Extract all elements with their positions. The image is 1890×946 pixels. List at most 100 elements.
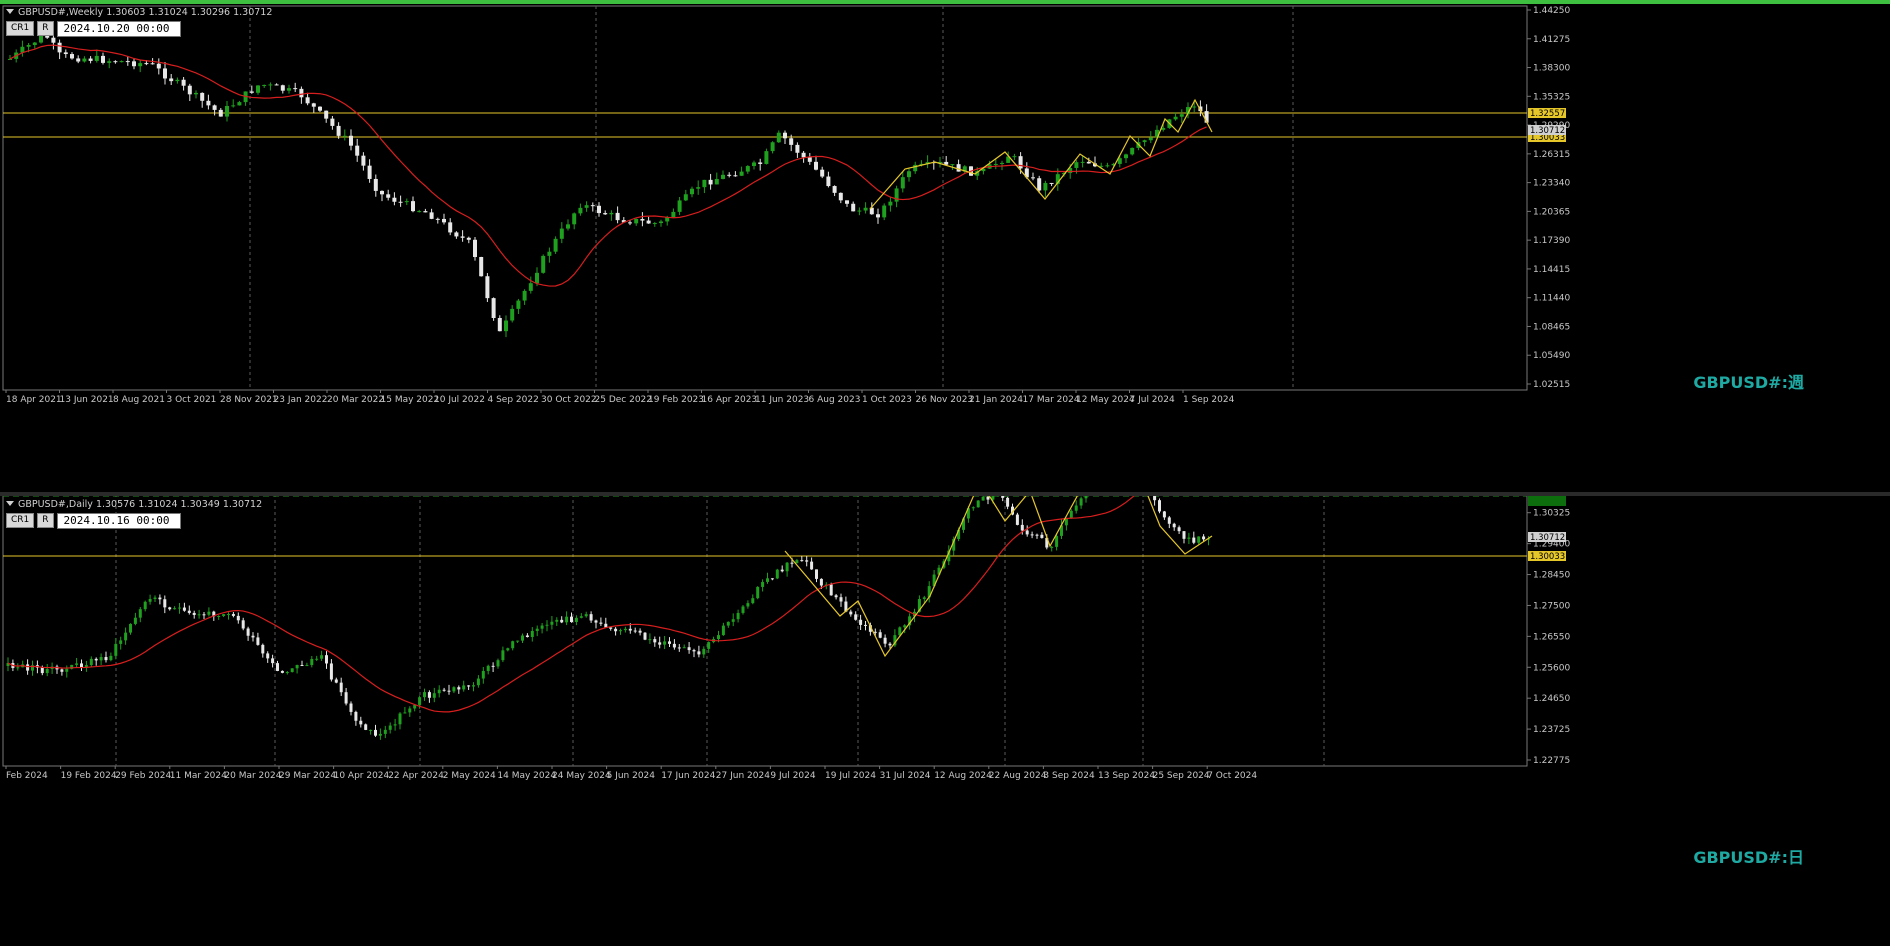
candle-body: [448, 222, 452, 232]
candle-body: [805, 560, 808, 561]
candle-body: [752, 162, 756, 166]
candle-body: [380, 191, 384, 194]
candle-body: [443, 690, 446, 691]
date-tick-label: 3 Sep 2024: [1043, 771, 1095, 781]
collapse-triangle-icon[interactable]: [6, 9, 14, 14]
candle-body: [318, 107, 322, 111]
candle-body: [555, 620, 558, 622]
price-tick-label: 1.26550: [1533, 632, 1570, 642]
date-tick-label: 31 Jul 2024: [880, 771, 931, 781]
candle-body: [599, 623, 602, 624]
candle-body: [46, 669, 49, 673]
candle-body: [585, 205, 589, 208]
weekly-chart-pane[interactable]: 1.442501.412751.383001.353251.292901.263…: [0, 4, 1890, 492]
candle-body: [423, 692, 426, 697]
cr1-button[interactable]: CR1: [6, 21, 34, 36]
candle-body: [473, 240, 477, 257]
weekly-cursor-date-field[interactable]: 2024.10.20 00:00: [57, 21, 181, 37]
candle-body: [487, 666, 490, 671]
candle-body: [430, 212, 434, 218]
date-tick-label: 21 Jan 2024: [969, 395, 1023, 405]
candle-body: [647, 221, 651, 224]
candle-body: [653, 639, 656, 642]
candle-body: [299, 89, 303, 97]
date-tick-label: 17 Mar 2024: [1023, 395, 1080, 405]
date-tick-label: 13 Sep 2024: [1098, 771, 1155, 781]
date-tick-label: 11 Jun 2023: [755, 395, 809, 405]
candle-body: [188, 611, 191, 613]
daily-cursor-date-field[interactable]: 2024.10.16 00:00: [57, 513, 181, 529]
daily-chart-canvas[interactable]: 1.341251.331501.322251.303251.294001.284…: [0, 496, 1890, 942]
candle-body: [178, 608, 181, 609]
daily-chart-pane[interactable]: 1.341251.331501.322251.303251.294001.284…: [0, 496, 1890, 942]
date-tick-label: 20 Mar 2024: [224, 771, 281, 781]
candle-body: [237, 102, 241, 105]
candle-body: [504, 321, 508, 332]
candle-body: [684, 194, 688, 200]
candle-body: [815, 569, 818, 579]
candle-body: [1192, 538, 1195, 543]
candle-body: [781, 570, 784, 572]
candle-body: [193, 613, 196, 615]
candle-body: [194, 93, 198, 94]
price-tick-label: 1.24650: [1533, 694, 1570, 704]
candle-body: [105, 657, 108, 660]
candle-body: [340, 683, 343, 693]
candle-body: [1055, 536, 1058, 547]
candle-body: [247, 628, 250, 635]
candle-body: [541, 626, 544, 629]
candle-body: [547, 252, 551, 256]
price-tick-label: 1.27500: [1533, 601, 1570, 611]
candle-body: [526, 635, 529, 637]
candle-body: [1192, 106, 1196, 107]
date-tick-label: 17 Jun 2024: [661, 771, 715, 781]
candle-body: [325, 655, 328, 663]
candle-body: [634, 219, 638, 223]
candle-body: [275, 84, 279, 85]
candle-body: [702, 649, 705, 655]
candle-body: [16, 667, 19, 668]
candle-body: [510, 309, 514, 321]
candle-body: [1085, 496, 1088, 498]
candle-body: [707, 642, 710, 649]
candle-body: [693, 650, 696, 651]
candle-body: [791, 563, 794, 564]
candle-body: [1037, 178, 1041, 190]
weekly-chart-canvas[interactable]: 1.442501.412751.383001.353251.292901.263…: [0, 4, 1890, 492]
candle-body: [972, 507, 975, 508]
candle-body: [438, 690, 441, 693]
candle-body: [1075, 506, 1078, 511]
date-tick-label: 12 May 2024: [1076, 395, 1135, 405]
candle-body: [237, 616, 240, 620]
candle-body: [977, 501, 980, 508]
collapse-triangle-icon[interactable]: [6, 501, 14, 506]
candle-body: [1178, 527, 1181, 531]
price-tick-label: 1.20365: [1533, 207, 1570, 217]
cr1-button[interactable]: CR1: [6, 513, 34, 528]
candle-body: [417, 211, 421, 212]
r-button[interactable]: R: [37, 513, 53, 528]
candle-body: [310, 659, 313, 665]
candle-body: [65, 669, 68, 672]
candle-body: [281, 671, 284, 673]
date-tick-label: 13 Jun 2021: [60, 395, 114, 405]
candle-body: [163, 68, 167, 78]
candle-body: [1130, 148, 1134, 154]
current-price-tag-text: 1.30712: [1530, 533, 1565, 543]
price-tick-label: 1.11440: [1533, 294, 1570, 304]
candle-body: [659, 221, 663, 223]
candle-body: [163, 599, 166, 607]
candle-body: [70, 54, 74, 58]
price-tick-label: 1.41275: [1533, 35, 1570, 45]
daily-symbol-watermark: GBPUSD#:日: [1693, 844, 1804, 868]
candle-body: [1001, 496, 1004, 498]
level-price-tag-text: 1.32557: [1530, 109, 1565, 119]
candle-body: [305, 665, 308, 666]
candle-body: [994, 164, 998, 165]
r-button[interactable]: R: [37, 21, 53, 36]
date-tick-label: 1 Sep 2024: [1183, 395, 1235, 405]
candle-body: [864, 625, 867, 626]
price-tick-label: 1.02515: [1533, 380, 1570, 390]
candle-body: [157, 64, 161, 69]
moving-average-line: [8, 496, 1209, 712]
